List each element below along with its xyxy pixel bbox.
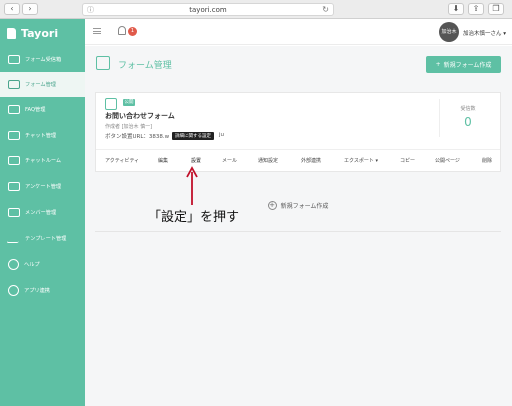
external-integration-link[interactable]: 外部連携 [301, 157, 321, 164]
sidebar-item-label: フォーム受信箱 [25, 57, 62, 63]
edit-icon [96, 56, 110, 70]
received-count-label: 受信数 [460, 106, 476, 112]
settings-tooltip: 詳細に関する設定 [172, 132, 214, 140]
new-form-area-label: 新規フォーム作成 [280, 202, 329, 210]
form-author: 作成者 [加治木 慎一] [105, 124, 153, 130]
main-content: フォーム管理 + 新規フォーム作成 公開 お問い合わせフォーム 作成者 [加治木… [85, 46, 512, 406]
info-icon: ⓘ [87, 6, 94, 14]
form-url: ボタン設置URL：3838.w [105, 134, 170, 140]
edit-icon [8, 80, 20, 89]
public-page-link[interactable]: 公開ページ [435, 157, 460, 164]
form-url-tail: ju [219, 132, 225, 138]
sidebar-item-form-management[interactable]: フォーム管理 [0, 72, 85, 97]
sidebar-item-members[interactable]: メンバー管理 [0, 200, 85, 225]
status-badge: 公開 [123, 99, 135, 106]
browser-toolbar: ‹ › ⓘ tayori.com ↻ ⬇ ⇪ ❐ [0, 0, 512, 19]
template-icon [6, 234, 22, 243]
export-dropdown[interactable]: エクスポート ▾ [344, 157, 378, 164]
url-text: tayori.com [189, 6, 227, 14]
sidebar-item-faq[interactable]: FAQ管理 [0, 97, 85, 122]
members-icon [8, 208, 20, 217]
sidebar-item-label: チャットルーム [25, 158, 62, 164]
form-actions: アクティビティ 編集 設置 メール 通知設定 外部連携 エクスポート ▾ コピー… [96, 149, 500, 171]
tabs-icon[interactable]: ❐ [488, 3, 504, 15]
plus-circle-icon: + [267, 200, 277, 210]
sidebar-item-label: アンケート管理 [25, 184, 62, 190]
inbox-icon [8, 55, 20, 64]
logo-icon [7, 27, 16, 39]
notification-badge: 1 [128, 27, 137, 36]
sidebar-item-survey[interactable]: アンケート管理 [0, 174, 85, 199]
survey-icon [8, 182, 20, 191]
sidebar-item-label: FAQ管理 [25, 107, 46, 113]
form-title[interactable]: お問い合わせフォーム [105, 111, 175, 121]
sidebar-item-label: フォーム管理 [25, 82, 56, 88]
menu-icon[interactable] [93, 28, 101, 34]
sidebar-item-label: ヘルプ [24, 262, 40, 268]
back-button[interactable]: ‹ [4, 3, 20, 15]
notify-settings-link[interactable]: 通知設定 [258, 157, 278, 164]
annotation-caption: 「設定」を押す [148, 210, 240, 225]
help-icon [8, 259, 19, 270]
sidebar-item-label: チャット管理 [25, 133, 57, 139]
received-count: 0 [464, 115, 472, 129]
new-form-button-label: 新規フォーム作成 [443, 62, 492, 69]
new-form-button[interactable]: + 新規フォーム作成 [426, 56, 501, 73]
app-logo[interactable]: Tayori [7, 25, 58, 41]
forward-button[interactable]: › [22, 3, 38, 15]
faq-icon [8, 105, 20, 114]
sidebar-item-templates[interactable]: テンプレート管理 [0, 226, 85, 251]
sidebar-item-chatroom[interactable]: チャットルーム [0, 148, 85, 173]
copy-link[interactable]: コピー [400, 157, 415, 164]
delete-link[interactable]: 削除 [482, 157, 492, 164]
form-card: 公開 お問い合わせフォーム 作成者 [加治木 慎一] ボタン設置URL：3838… [95, 92, 501, 172]
sidebar-item-label: メンバー管理 [25, 210, 57, 216]
download-icon[interactable]: ⬇ [448, 3, 464, 15]
settings-link[interactable]: 設置 [191, 157, 201, 164]
sidebar-item-app-integration[interactable]: アプリ連携 [0, 278, 85, 303]
sidebar: Tayori フォーム受信箱 フォーム管理 FAQ管理 チャット管理 チャットル… [0, 19, 85, 406]
app-name: Tayori [21, 26, 59, 40]
sidebar-item-help[interactable]: ヘルプ [0, 252, 85, 277]
sidebar-item-label: アプリ連携 [24, 288, 50, 294]
share-icon[interactable]: ⇪ [468, 3, 484, 15]
mail-link[interactable]: メール [222, 157, 237, 164]
sidebar-item-form-inbox[interactable]: フォーム受信箱 [0, 47, 85, 72]
avatar[interactable]: 加治木 [439, 22, 459, 42]
top-bar: 1 加治木 加治木慎一さん ▾ [85, 19, 512, 45]
reload-icon[interactable]: ↻ [322, 4, 329, 16]
divider [439, 99, 440, 137]
page-title: フォーム管理 [118, 61, 172, 71]
sidebar-item-chat[interactable]: チャット管理 [0, 123, 85, 148]
user-menu[interactable]: 加治木慎一さん ▾ [463, 29, 506, 37]
chatroom-icon [8, 156, 20, 165]
plus-icon [8, 285, 19, 296]
plus-icon: + [435, 61, 441, 68]
activity-link[interactable]: アクティビティ [105, 157, 139, 164]
sidebar-item-label: テンプレート管理 [25, 236, 67, 242]
edit-link[interactable]: 編集 [158, 157, 168, 164]
bell-icon[interactable] [118, 26, 126, 35]
form-icon [105, 98, 117, 110]
chat-icon [8, 131, 20, 140]
divider [95, 231, 501, 271]
address-bar[interactable]: ⓘ tayori.com ↻ [82, 3, 334, 16]
